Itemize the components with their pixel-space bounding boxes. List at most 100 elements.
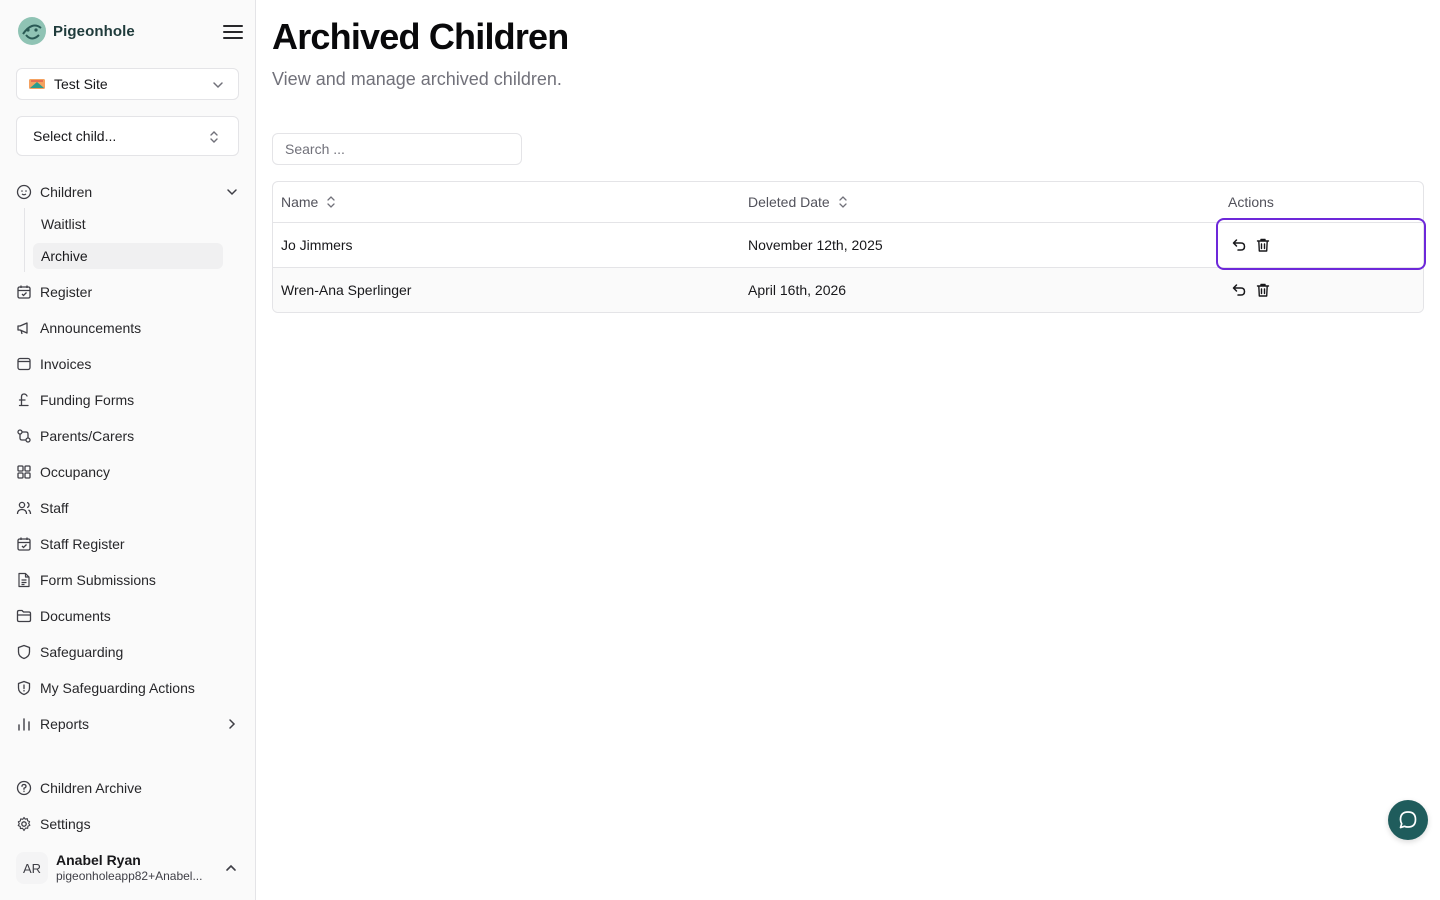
- nav-item-label: Parents/Carers: [40, 428, 135, 444]
- nav-subitem-label: Waitlist: [41, 216, 86, 232]
- nav-subitem-archive[interactable]: Archive: [33, 243, 223, 269]
- chevron-down-icon: [213, 82, 223, 89]
- invoice-icon: [16, 356, 32, 372]
- calendar-check-icon: [16, 284, 32, 300]
- column-header-label: Actions: [1228, 194, 1274, 210]
- nav-item-label: Register: [40, 284, 93, 300]
- nav-item-label: Occupancy: [40, 464, 111, 480]
- file-text-icon: [16, 572, 32, 588]
- nav-item-label: Funding Forms: [40, 392, 135, 408]
- brand[interactable]: Pigeonhole: [17, 16, 135, 46]
- nav-item-form-submissions[interactable]: Form Submissions: [8, 564, 248, 596]
- nav-item-reports[interactable]: Reports: [8, 708, 248, 740]
- restore-button[interactable]: [1230, 281, 1248, 299]
- pound-icon: [16, 392, 32, 408]
- sort-icon: [839, 196, 847, 208]
- nav-item-announcements[interactable]: Announcements: [8, 312, 248, 344]
- nav-item-label: Form Submissions: [40, 572, 156, 588]
- nav-item-label: My Safeguarding Actions: [40, 680, 195, 696]
- chevron-right-icon: [229, 719, 236, 729]
- chat-button[interactable]: [1388, 800, 1428, 840]
- users-icon: [16, 500, 32, 516]
- nav-item-label: Announcements: [40, 320, 142, 336]
- column-header-deleted-date[interactable]: Deleted Date: [748, 194, 848, 210]
- nav-item-label: Invoices: [40, 356, 92, 372]
- nav-item-label: Children Archive: [40, 780, 142, 796]
- delete-button[interactable]: [1254, 236, 1272, 254]
- nav-item-label: Safeguarding: [40, 644, 124, 660]
- site-selector-value: Test Site: [54, 76, 108, 92]
- trash-icon: [1256, 238, 1270, 252]
- nav-item-occupancy[interactable]: Occupancy: [8, 456, 248, 488]
- column-header-label: Deleted Date: [748, 194, 830, 210]
- sort-icon: [327, 196, 336, 208]
- cell-name: Jo Jimmers: [281, 237, 353, 253]
- chevron-down-icon: [227, 189, 237, 196]
- folder-icon: [16, 608, 32, 624]
- nav-item-label: Staff Register: [40, 536, 125, 552]
- nav-item-label: Reports: [40, 716, 90, 732]
- nav-item-children-archive[interactable]: Children Archive: [8, 772, 248, 804]
- nav-item-label: Children: [40, 184, 93, 200]
- nav-item-staff-register[interactable]: Staff Register: [8, 528, 248, 560]
- megaphone-icon: [16, 320, 32, 336]
- column-header-actions: Actions: [1228, 194, 1274, 210]
- sidebar: Pigeonhole Test Site Select child... Chi…: [0, 0, 256, 900]
- search-input[interactable]: [272, 133, 522, 165]
- gear-icon: [16, 816, 32, 832]
- nav-item-documents[interactable]: Documents: [8, 600, 248, 632]
- cell-deleted-date: April 16th, 2026: [748, 282, 847, 298]
- chat-bubble-icon: [1399, 811, 1417, 829]
- child-selector[interactable]: Select child...: [16, 116, 239, 156]
- user-info: Anabel Ryan pigeonholeapp82+Anabel...: [56, 852, 214, 884]
- nav-item-label: Documents: [40, 608, 111, 624]
- nav-item-my-safeguarding-actions[interactable]: My Safeguarding Actions: [8, 672, 248, 704]
- table-row: Wren-Ana Sperlinger April 16th, 2026: [273, 268, 1423, 312]
- nav-item-label: Settings: [40, 816, 91, 832]
- help-circle-icon: [16, 780, 32, 796]
- table-row: Jo Jimmers November 12th, 2025: [273, 223, 1423, 268]
- shield-icon: [16, 644, 32, 660]
- nav-item-settings[interactable]: Settings: [8, 808, 248, 840]
- child-selector-placeholder: Select child...: [33, 128, 117, 144]
- submenu-line: [24, 208, 25, 272]
- grid-icon: [16, 464, 32, 480]
- shield-alert-icon: [16, 680, 32, 696]
- page-title: Archived Children: [272, 16, 569, 57]
- site-selector[interactable]: Test Site: [16, 68, 239, 100]
- menu-icon[interactable]: [222, 22, 244, 42]
- restore-button[interactable]: [1230, 236, 1248, 254]
- pigeonhole-logo-icon: [18, 17, 46, 45]
- user-menu[interactable]: AR Anabel Ryan pigeonholeapp82+Anabel...: [8, 846, 248, 890]
- nav-subitem-label: Archive: [41, 248, 88, 264]
- brand-name: Pigeonhole: [53, 22, 135, 40]
- nav-item-children[interactable]: Children: [8, 176, 248, 208]
- column-header-label: Name: [281, 194, 319, 210]
- nav-item-invoices[interactable]: Invoices: [8, 348, 248, 380]
- archived-children-table: Name Deleted Date Actions Jo Jimmers Nov…: [272, 181, 1424, 313]
- calendar-check-icon: [16, 536, 32, 552]
- nav-item-funding-forms[interactable]: Funding Forms: [8, 384, 248, 416]
- cell-name: Wren-Ana Sperlinger: [281, 282, 412, 298]
- avatar: AR: [16, 852, 48, 884]
- git-compare-icon: [16, 428, 32, 444]
- page-subtitle: View and manage archived children.: [272, 69, 562, 89]
- nav-item-parents-carers[interactable]: Parents/Carers: [8, 420, 248, 452]
- user-email: pigeonholeapp82+Anabel...: [56, 869, 203, 883]
- user-name: Anabel Ryan: [56, 852, 141, 868]
- cell-deleted-date: November 12th, 2025: [748, 237, 883, 253]
- nav-item-safeguarding[interactable]: Safeguarding: [8, 636, 248, 668]
- baby-icon: [16, 184, 32, 200]
- delete-button[interactable]: [1254, 281, 1272, 299]
- bar-chart-icon: [16, 716, 32, 732]
- site-flag-icon: [29, 79, 45, 89]
- nav-subitem-waitlist[interactable]: Waitlist: [33, 211, 223, 237]
- column-header-name[interactable]: Name: [281, 194, 336, 210]
- nav-item-label: Staff: [40, 500, 69, 516]
- undo-icon: [1232, 284, 1246, 296]
- undo-icon: [1232, 239, 1246, 251]
- nav-item-register[interactable]: Register: [8, 276, 248, 308]
- table-header: Name Deleted Date Actions: [273, 182, 1423, 223]
- nav-item-staff[interactable]: Staff: [8, 492, 248, 524]
- chevron-up-icon: [226, 864, 236, 871]
